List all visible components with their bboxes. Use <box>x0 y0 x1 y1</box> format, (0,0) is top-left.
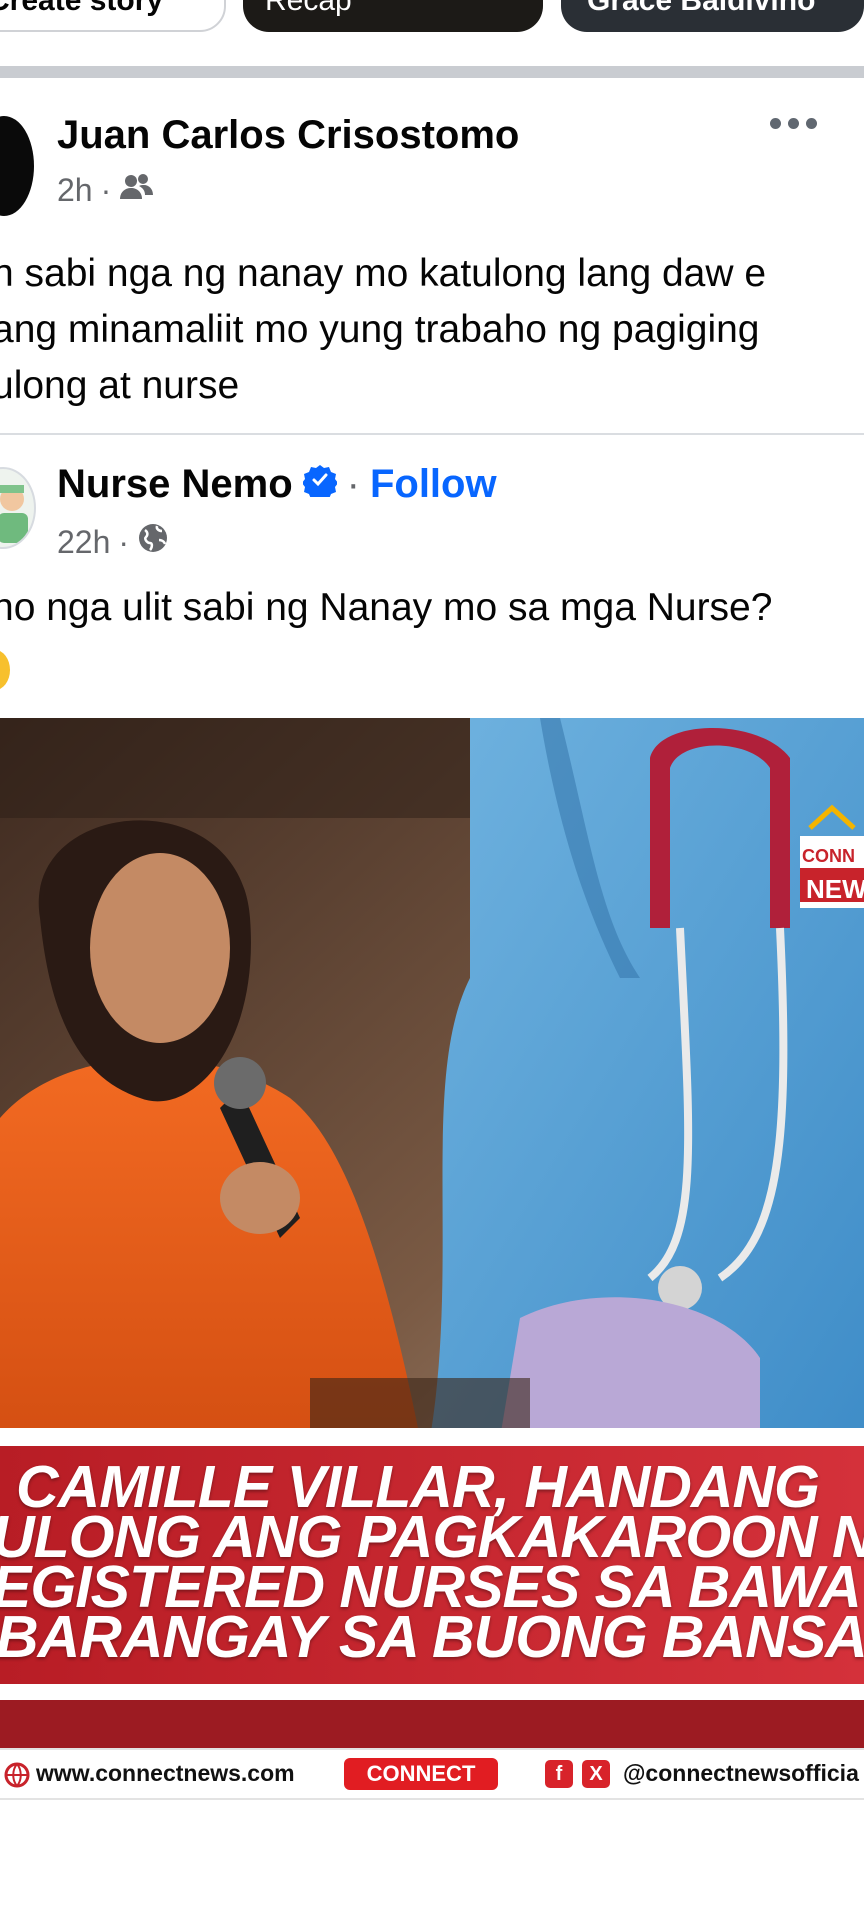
watermark-top: CONN <box>802 846 855 866</box>
post-text-line: ang minamaliit mo yung trabaho ng pagigi… <box>0 308 760 351</box>
post-author-name[interactable]: Juan Carlos Crisostomo <box>57 113 519 158</box>
shared-post-meta: 22h · <box>57 522 169 562</box>
post-text-line: ulong at nurse <box>0 364 240 407</box>
headline-banner: CAMILLE VILLAR, HANDANG ULONG ANG PAGKAK… <box>0 1440 864 1690</box>
connect-logo: CONNECT <box>344 1758 498 1790</box>
graphic-footer: www.connectnews.com CONNECT f X @connect… <box>0 1748 864 1800</box>
story-grace-baldivino[interactable]: Grace Baldivino <box>561 0 864 32</box>
shared-author-avatar[interactable] <box>0 467 36 549</box>
banner-shadow-strip <box>0 1700 864 1748</box>
create-story-button[interactable]: Create story <box>0 0 226 32</box>
website-url: www.connectnews.com <box>36 1760 295 1786</box>
feed-divider <box>0 66 864 78</box>
globe-icon <box>137 522 169 562</box>
shared-author-row: Nurse Nemo · Follow <box>57 462 497 507</box>
verified-badge-icon <box>301 462 338 507</box>
follow-button[interactable]: Follow <box>370 462 497 507</box>
shared-post-time[interactable]: 22h <box>57 524 110 561</box>
web-globe-icon <box>4 1762 30 1793</box>
post-time[interactable]: 2h <box>57 172 93 209</box>
headline-line-4: BARANGAY SA BUONG BANSA <box>0 1604 864 1670</box>
follow-separator: · <box>346 462 360 506</box>
shared-divider <box>0 433 864 435</box>
facebook-icon: f <box>545 1760 573 1788</box>
banner-bottom-stripe <box>0 1684 864 1690</box>
story-grace-label: Grace Baldivino <box>587 0 816 17</box>
news-graphic-illustration: CONN NEW <box>0 718 864 1518</box>
x-icon: X <box>582 1760 610 1788</box>
social-handle: @connectnewsofficia <box>623 1760 859 1786</box>
create-story-label: Create story <box>0 0 164 17</box>
meta-dot: · <box>100 172 112 208</box>
watermark-bottom: NEW <box>806 874 864 904</box>
post-meta: 2h · <box>57 172 154 209</box>
meta-dot: · <box>118 523 130 560</box>
banner-top-stripe <box>0 1440 864 1446</box>
story-recap[interactable]: Recap <box>243 0 543 32</box>
friends-icon <box>119 172 154 209</box>
post-text: h sabi nga ng nanay mo katulong lang daw… <box>0 246 864 414</box>
author-avatar[interactable] <box>0 116 34 216</box>
more-options-icon[interactable] <box>770 118 817 129</box>
shared-author-name[interactable]: Nurse Nemo <box>57 462 293 507</box>
shared-post-text: no nga ulit sabi ng Nanay mo sa mga Nurs… <box>0 586 773 629</box>
story-recap-label: Recap <box>265 0 352 17</box>
post-text-line: h sabi nga ng nanay mo katulong lang daw… <box>0 252 767 295</box>
shared-post-image[interactable]: CONN NEW <box>0 718 864 1518</box>
emoji-icon <box>0 650 10 690</box>
